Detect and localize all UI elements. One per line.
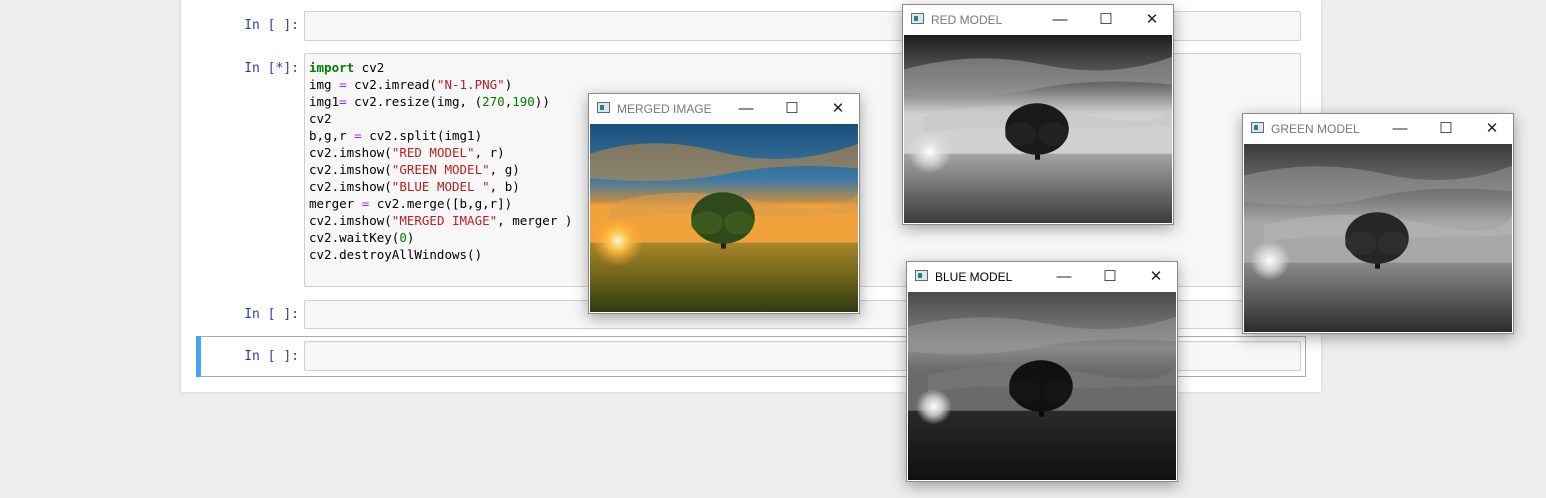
- code-block: import cv2 img = cv2.imread("N-1.PNG") i…: [309, 59, 572, 263]
- code-line: cv2.imshow("RED MODEL", r): [309, 145, 505, 160]
- blue-model-window[interactable]: BLUE MODEL — ☐ ✕: [906, 261, 1178, 482]
- code-line: cv2.imshow("GREEN MODEL", g): [309, 162, 520, 177]
- code-line: b,g,r = cv2.split(img1): [309, 128, 483, 143]
- code-line: cv2.imshow("BLUE MODEL ", b): [309, 179, 520, 194]
- app-icon: [1251, 122, 1264, 133]
- minimize-icon[interactable]: —: [723, 94, 769, 124]
- close-icon[interactable]: ✕: [1133, 262, 1179, 292]
- cell-prompt: In [ ]:: [244, 307, 299, 322]
- maximize-icon[interactable]: ☐: [769, 94, 815, 124]
- close-icon[interactable]: ✕: [1469, 114, 1515, 144]
- code-line: cv2.imshow("MERGED IMAGE", merger ): [309, 213, 573, 228]
- code-line: img = cv2.imread("N-1.PNG"): [309, 77, 513, 92]
- merged-image-window[interactable]: MERGED IMAGE — ☐ ✕: [588, 93, 860, 314]
- cell-prompt: In [*]:: [244, 61, 299, 76]
- code-line: cv2: [309, 111, 332, 126]
- red-model-window[interactable]: RED MODEL — ☐ ✕: [902, 4, 1174, 225]
- minimize-icon[interactable]: —: [1377, 114, 1423, 144]
- green-channel-canvas: [1244, 144, 1512, 332]
- merged-image-canvas: [590, 124, 858, 312]
- window-titlebar[interactable]: RED MODEL — ☐ ✕: [903, 5, 1173, 35]
- red-channel-canvas: [904, 35, 1172, 223]
- app-icon: [911, 13, 924, 24]
- maximize-icon[interactable]: ☐: [1087, 262, 1133, 292]
- code-line: img1= cv2.resize(img, (270,190)): [309, 94, 550, 109]
- code-line: cv2.waitKey(0): [309, 230, 415, 245]
- cell-prompt: In [ ]:: [244, 349, 299, 364]
- app-icon: [915, 270, 928, 281]
- green-model-window[interactable]: GREEN MODEL — ☐ ✕: [1242, 113, 1514, 334]
- app-icon: [597, 102, 610, 113]
- window-titlebar[interactable]: GREEN MODEL — ☐ ✕: [1243, 114, 1513, 144]
- code-line: import cv2: [309, 60, 385, 75]
- window-title: GREEN MODEL: [1271, 122, 1360, 136]
- window-titlebar[interactable]: BLUE MODEL — ☐ ✕: [907, 262, 1177, 292]
- cell-prompt: In [ ]:: [244, 18, 299, 33]
- blue-channel-canvas: [908, 292, 1176, 480]
- minimize-icon[interactable]: —: [1041, 262, 1087, 292]
- close-icon[interactable]: ✕: [815, 94, 861, 124]
- code-line: cv2.destroyAllWindows(): [309, 247, 483, 262]
- window-title: MERGED IMAGE: [617, 102, 712, 116]
- window-titlebar[interactable]: MERGED IMAGE — ☐ ✕: [589, 94, 859, 124]
- window-title: RED MODEL: [931, 13, 1003, 27]
- minimize-icon[interactable]: —: [1037, 5, 1083, 35]
- maximize-icon[interactable]: ☐: [1083, 5, 1129, 35]
- maximize-icon[interactable]: ☐: [1423, 114, 1469, 144]
- close-icon[interactable]: ✕: [1129, 5, 1175, 35]
- code-line: merger = cv2.merge([b,g,r]): [309, 196, 513, 211]
- window-title: BLUE MODEL: [935, 270, 1013, 284]
